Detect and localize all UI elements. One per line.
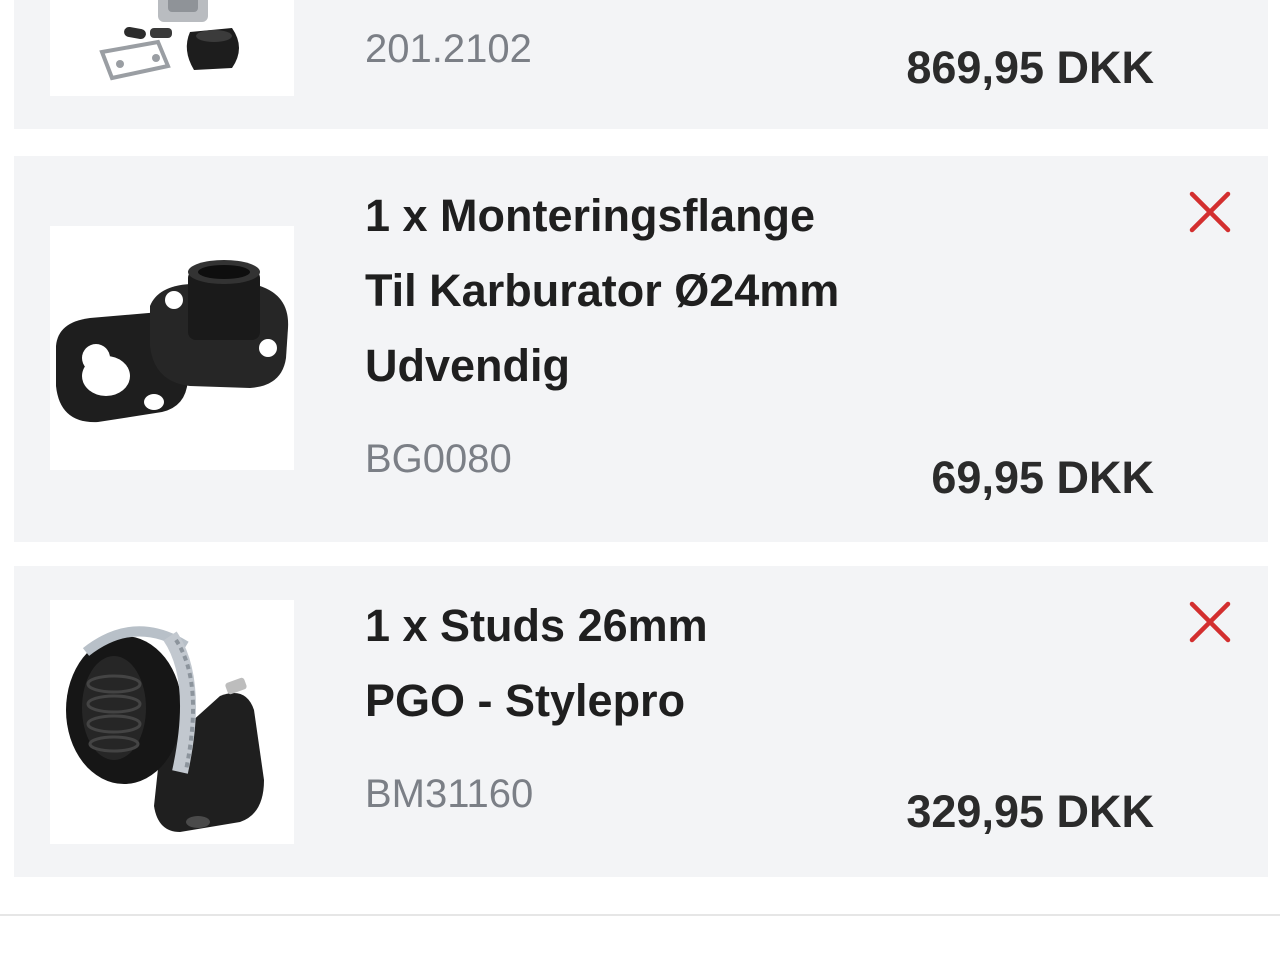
product-title: 1 x Monteringsflange Til Karburator Ø24m… (365, 178, 839, 403)
remove-item-button[interactable] (1188, 600, 1232, 644)
product-price: 69,95 DKK (931, 452, 1154, 503)
cart-item: 201.2102 869,95 DKK (14, 0, 1268, 129)
product-title-line: 1 x Studs 26mm (365, 600, 708, 651)
mounting-flange-icon (56, 260, 289, 423)
product-title-line: Til Karburator Ø24mm (365, 265, 840, 316)
close-icon (1189, 601, 1231, 643)
close-icon (1189, 191, 1231, 233)
product-title-line: Udvendig (365, 340, 571, 391)
product-title-line: 1 x Monteringsflange (365, 190, 816, 241)
product-title-line: PGO - Stylepro (365, 675, 686, 726)
intake-manifold-icon (66, 626, 264, 832)
product-sku: BM31160 (365, 772, 534, 816)
divider (0, 914, 1280, 916)
product-image[interactable] (50, 0, 294, 96)
remove-item-button[interactable] (1188, 190, 1232, 234)
cart-item: 1 x Monteringsflange Til Karburator Ø24m… (14, 156, 1268, 542)
product-sku: BG0080 (365, 437, 512, 481)
product-title: 1 x Studs 26mm PGO - Stylepro (365, 588, 708, 738)
product-price: 869,95 DKK (906, 42, 1154, 93)
cart-item: 1 x Studs 26mm PGO - Stylepro BM31160 32… (14, 566, 1268, 877)
product-image[interactable] (50, 600, 294, 844)
carburetor-kit-icon (99, 0, 239, 81)
product-price: 329,95 DKK (906, 786, 1154, 837)
product-image[interactable] (50, 226, 294, 470)
product-sku: 201.2102 (365, 27, 532, 71)
